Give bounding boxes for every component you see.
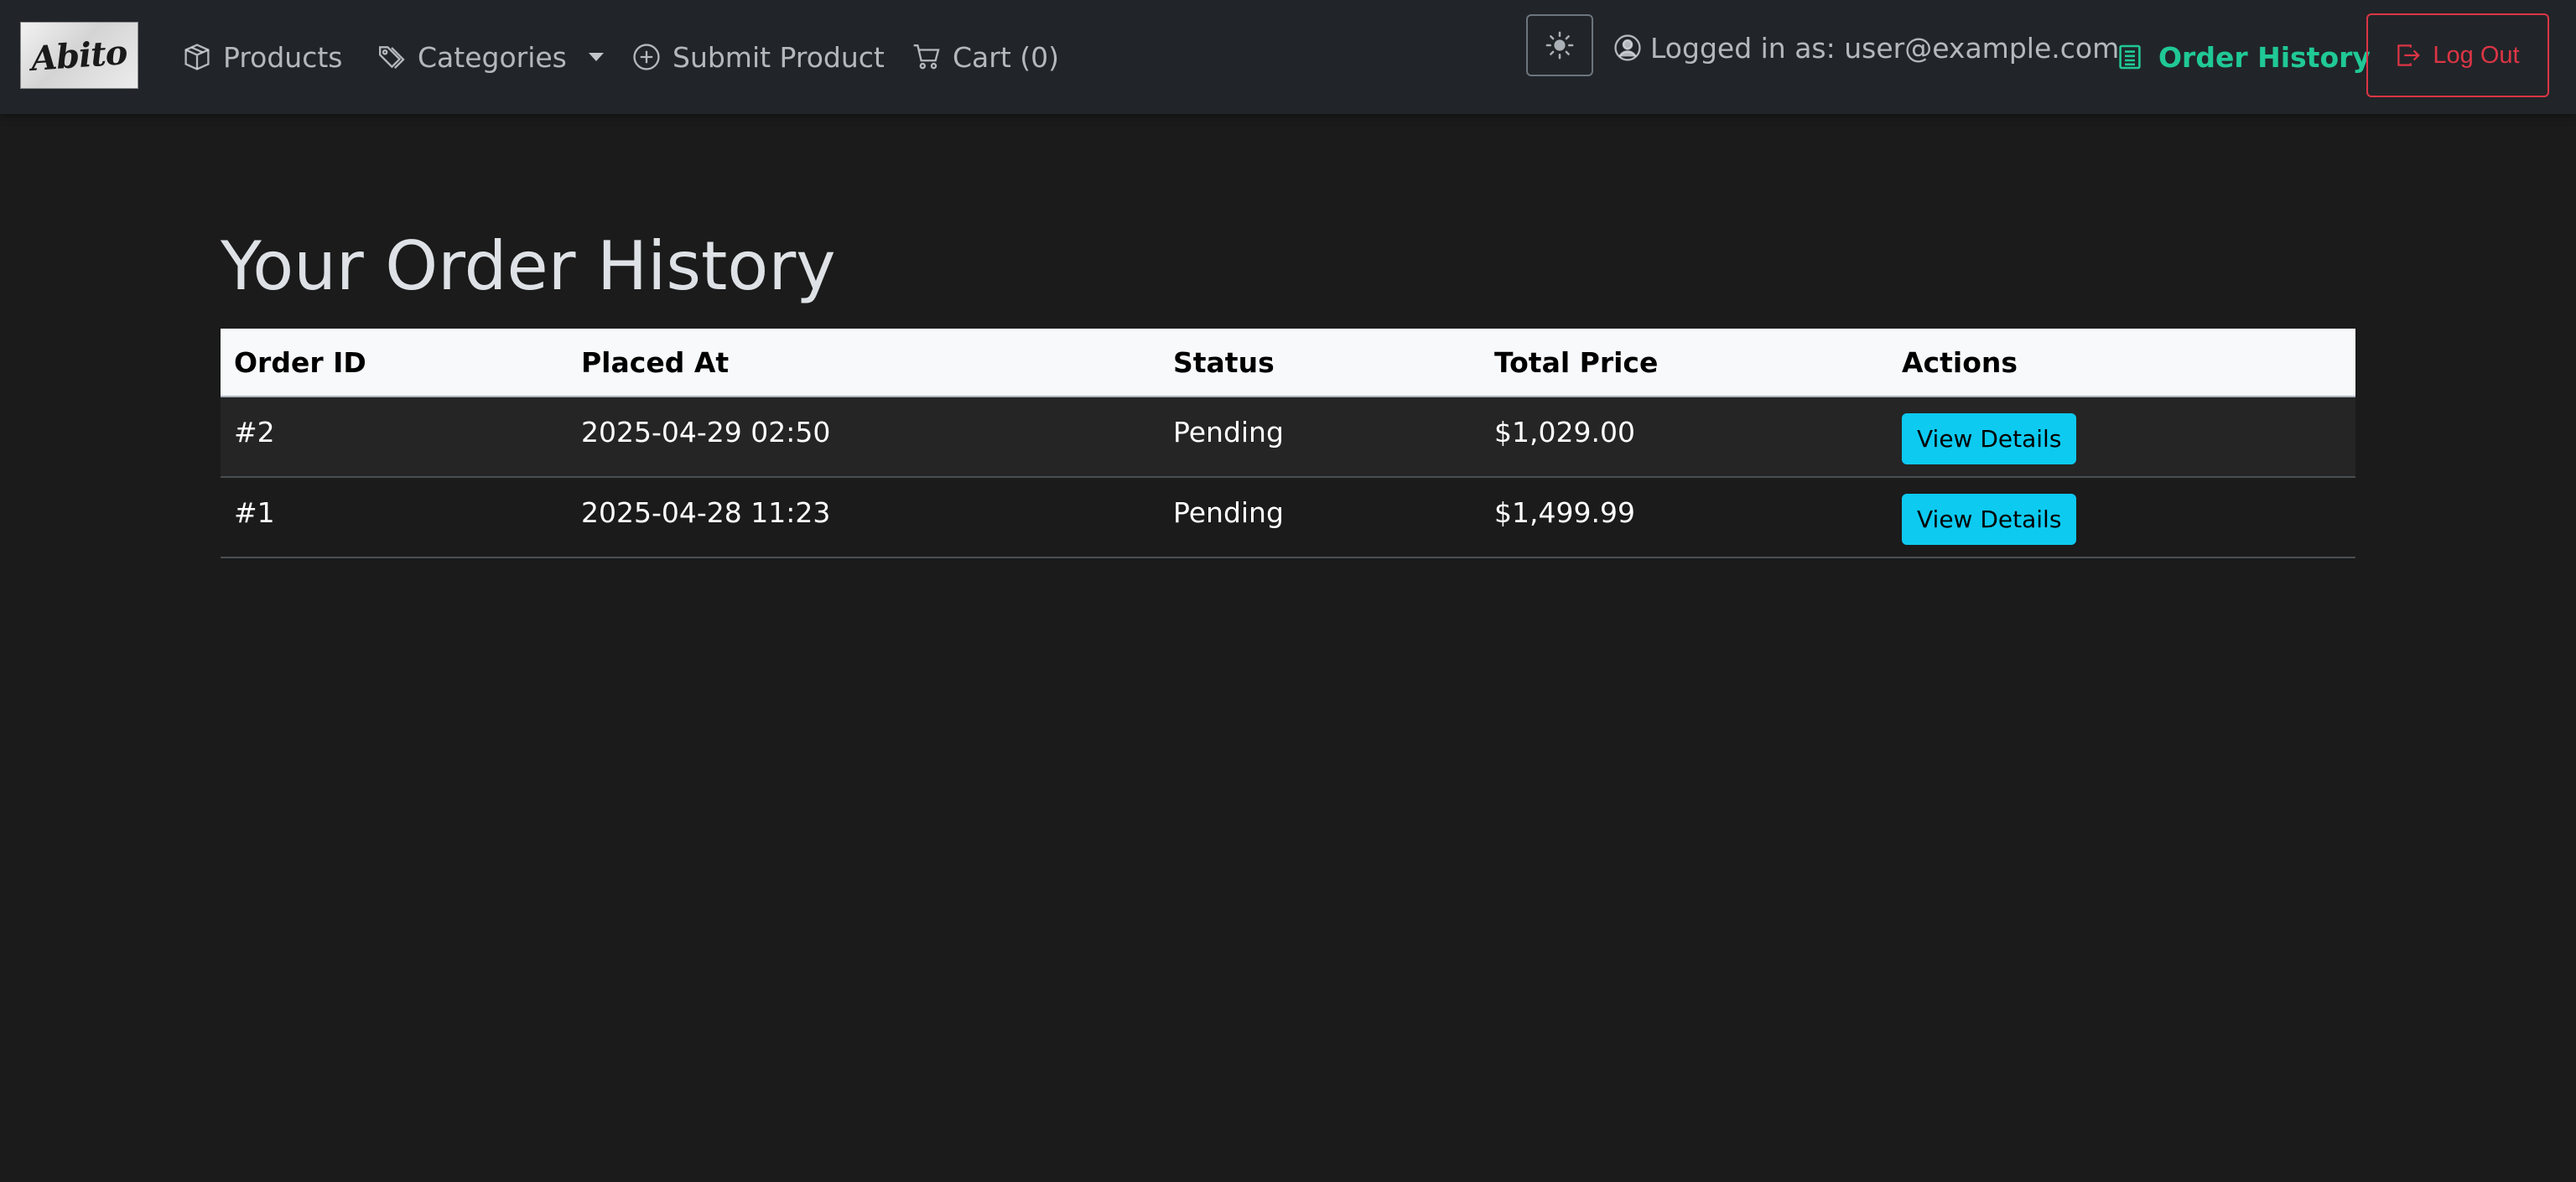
cart-icon bbox=[913, 44, 940, 70]
logout-label: Log Out bbox=[2433, 41, 2520, 69]
navbar: Abito Products Categories Submit Product bbox=[0, 0, 2576, 114]
user-circle-icon bbox=[1614, 34, 1641, 61]
box-icon bbox=[184, 44, 210, 70]
nav-order-history[interactable]: Order History bbox=[2116, 0, 2371, 114]
nav-cart[interactable]: Cart (0) bbox=[912, 0, 1059, 114]
total-price-cell: $1,499.99 bbox=[1481, 477, 1888, 558]
placed-at-cell: 2025-04-28 11:23 bbox=[568, 477, 1160, 558]
tags-icon bbox=[379, 46, 405, 70]
sun-icon bbox=[1545, 31, 1574, 60]
column-header-actions: Actions bbox=[1888, 329, 2355, 397]
brand-logo[interactable]: Abito bbox=[20, 22, 138, 89]
order-id-cell: #2 bbox=[221, 397, 568, 478]
table-header-row: Order ID Placed At Status Total Price Ac… bbox=[221, 329, 2355, 397]
nav-cart-label: Cart (0) bbox=[953, 40, 1060, 74]
total-price-cell: $1,029.00 bbox=[1481, 397, 1888, 478]
status-cell: Pending bbox=[1160, 477, 1481, 558]
actions-cell: View Details bbox=[1888, 397, 2355, 478]
order-id-cell: #1 bbox=[221, 477, 568, 558]
nav-products[interactable]: Products bbox=[183, 0, 343, 114]
view-details-button[interactable]: View Details bbox=[1902, 493, 2077, 545]
chevron-down-icon bbox=[588, 53, 604, 61]
orders-table: Order ID Placed At Status Total Price Ac… bbox=[221, 329, 2355, 558]
column-header-status: Status bbox=[1160, 329, 1481, 397]
column-header-order-id: Order ID bbox=[221, 329, 568, 397]
placed-at-cell: 2025-04-29 02:50 bbox=[568, 397, 1160, 478]
logout-icon bbox=[2397, 44, 2421, 66]
logged-in-user: Logged in as: user@example.com bbox=[1613, 25, 2119, 70]
page-title: Your Order History bbox=[221, 227, 836, 305]
nav-submit-product-label: Submit Product bbox=[673, 40, 885, 74]
theme-toggle-button[interactable] bbox=[1526, 14, 1593, 76]
status-cell: Pending bbox=[1160, 397, 1481, 478]
nav-categories-label: Categories bbox=[418, 40, 567, 74]
logout-button[interactable]: Log Out bbox=[2366, 13, 2549, 97]
receipt-icon bbox=[2119, 44, 2141, 70]
logged-in-label: Logged in as: user@example.com bbox=[1650, 31, 2120, 65]
column-header-placed-at: Placed At bbox=[568, 329, 1160, 397]
table-row: #1 2025-04-28 11:23 Pending $1,499.99 Vi… bbox=[221, 477, 2355, 558]
column-header-total-price: Total Price bbox=[1481, 329, 1888, 397]
table-row: #2 2025-04-29 02:50 Pending $1,029.00 Vi… bbox=[221, 397, 2355, 478]
nav-order-history-label: Order History bbox=[2158, 40, 2371, 74]
actions-cell: View Details bbox=[1888, 477, 2355, 558]
nav-products-label: Products bbox=[223, 40, 343, 74]
brand-logo-text: Abito bbox=[29, 32, 129, 79]
view-details-button[interactable]: View Details bbox=[1902, 412, 2077, 464]
plus-circle-icon bbox=[633, 44, 660, 70]
nav-submit-product[interactable]: Submit Product bbox=[632, 0, 885, 114]
nav-categories-dropdown[interactable]: Categories bbox=[377, 0, 604, 114]
